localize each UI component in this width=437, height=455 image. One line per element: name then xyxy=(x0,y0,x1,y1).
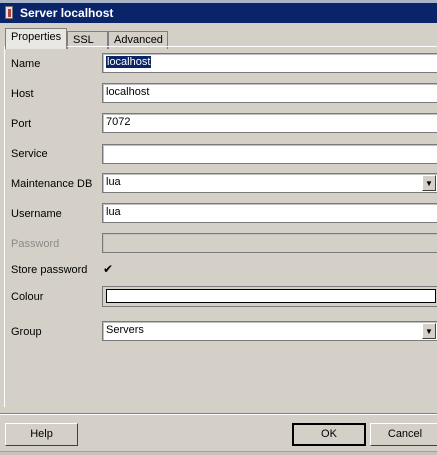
group-label: Group xyxy=(11,326,42,338)
password-label: Password xyxy=(11,238,60,250)
title-bar: Server localhost xyxy=(0,3,437,23)
cancel-button[interactable]: Cancel xyxy=(370,423,437,446)
window-title: Server localhost xyxy=(20,6,114,20)
store-password-checkbox[interactable]: ✔ xyxy=(103,263,116,276)
name-field[interactable]: localhost xyxy=(102,53,437,73)
maintenance-db-chevron-down-icon[interactable]: ▼ xyxy=(422,175,436,191)
host-label: Host xyxy=(11,88,34,100)
name-label: Name xyxy=(11,58,41,70)
window-bottom-edge xyxy=(0,451,437,455)
ok-button[interactable]: OK xyxy=(292,423,366,446)
help-button[interactable]: Help xyxy=(5,423,78,446)
server-icon xyxy=(5,6,13,19)
group-chevron-down-icon[interactable]: ▼ xyxy=(422,323,436,339)
password-field xyxy=(102,233,437,253)
maintenance-db-select[interactable]: lua xyxy=(102,173,437,193)
service-label: Service xyxy=(11,148,48,160)
group-select[interactable]: Servers xyxy=(102,321,437,341)
port-label: Port xyxy=(11,118,32,130)
colour-swatch[interactable] xyxy=(106,289,436,303)
host-field[interactable]: localhost xyxy=(102,83,437,103)
port-field[interactable]: 7072 xyxy=(102,113,437,133)
colour-label: Colour xyxy=(11,291,44,303)
tab-properties[interactable]: Properties xyxy=(5,28,67,49)
username-field[interactable]: lua xyxy=(102,203,437,223)
maintenance-db-label: Maintenance DB xyxy=(11,178,93,190)
store-password-label: Store password xyxy=(11,264,88,276)
service-field[interactable] xyxy=(102,144,437,164)
button-separator xyxy=(0,413,437,415)
username-label: Username xyxy=(11,208,62,220)
name-value: localhost xyxy=(106,56,152,68)
